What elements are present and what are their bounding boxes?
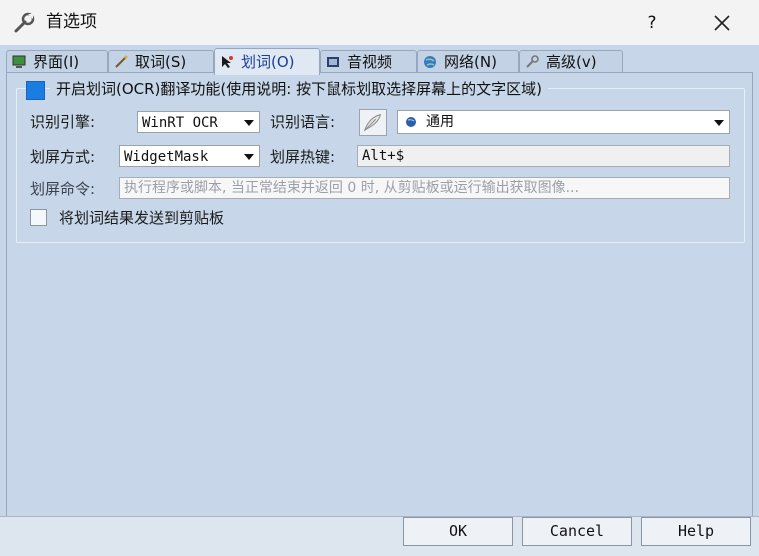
globe-icon: [406, 117, 416, 127]
engine-select[interactable]: WinRT OCR: [137, 111, 260, 133]
tab-label: 界面(I): [33, 53, 80, 71]
wand-icon: [115, 55, 128, 68]
tab-advanced[interactable]: 高级(v): [519, 50, 623, 73]
hotkey-label: 划屏热键:: [270, 148, 336, 166]
ok-button[interactable]: OK: [403, 517, 513, 546]
title-bar: 首选项 ?: [0, 0, 759, 45]
film-icon: [327, 57, 339, 67]
tab-interface[interactable]: 界面(I): [6, 50, 108, 73]
help-button[interactable]: Help: [641, 517, 751, 546]
mode-label: 划屏方式:: [30, 148, 96, 166]
globe-icon: [424, 56, 436, 68]
language-select[interactable]: 通用: [397, 110, 730, 134]
close-icon[interactable]: [700, 8, 744, 38]
language-value: 通用: [426, 114, 454, 130]
language-picker-button[interactable]: [359, 109, 387, 136]
context-help-button[interactable]: ?: [632, 8, 672, 38]
feather-icon: [363, 113, 382, 132]
tab-media[interactable]: 音视频: [320, 50, 417, 73]
enable-ocr-label: 开启划词(OCR)翻译功能(使用说明: 按下鼠标划取选择屏幕上的文字区域): [50, 79, 548, 99]
mode-select[interactable]: WidgetMask: [119, 145, 260, 167]
monitor-icon: [12, 55, 26, 68]
copy-to-clipboard-checkbox[interactable]: [30, 209, 47, 226]
copy-to-clipboard-label: 将划词结果发送到剪贴板: [59, 209, 225, 227]
cancel-button[interactable]: Cancel: [522, 517, 632, 546]
engine-value: WinRT OCR: [142, 115, 218, 131]
chevron-down-icon: [244, 154, 254, 160]
tab-label: 高级(v): [546, 53, 597, 71]
tab-label: 音视频: [347, 53, 393, 71]
wrench-icon: [526, 55, 539, 68]
tab-capture[interactable]: 取词(S): [108, 50, 214, 73]
engine-label: 识别引擎:: [30, 113, 96, 131]
language-label: 识别语言:: [270, 113, 336, 131]
chevron-down-icon: [714, 120, 724, 126]
tab-ocr[interactable]: 划词(O): [214, 48, 320, 75]
mode-value: WidgetMask: [124, 149, 209, 165]
hotkey-input[interactable]: Alt+$: [357, 145, 730, 167]
command-input[interactable]: 执行程序或脚本, 当正常结束并返回 0 时, 从剪贴板或运行输出获取图像...: [119, 177, 730, 199]
cursor-icon: [222, 56, 233, 68]
chevron-down-icon: [244, 120, 254, 126]
tab-label: 取词(S): [135, 53, 187, 71]
tab-label: 网络(N): [444, 53, 497, 71]
command-label: 划屏命令:: [30, 180, 96, 198]
tab-label: 划词(O): [241, 53, 295, 71]
wrench-icon: [14, 12, 35, 33]
window-title: 首选项: [46, 12, 97, 32]
tab-network[interactable]: 网络(N): [417, 50, 519, 73]
enable-ocr-checkbox[interactable]: [26, 81, 45, 100]
